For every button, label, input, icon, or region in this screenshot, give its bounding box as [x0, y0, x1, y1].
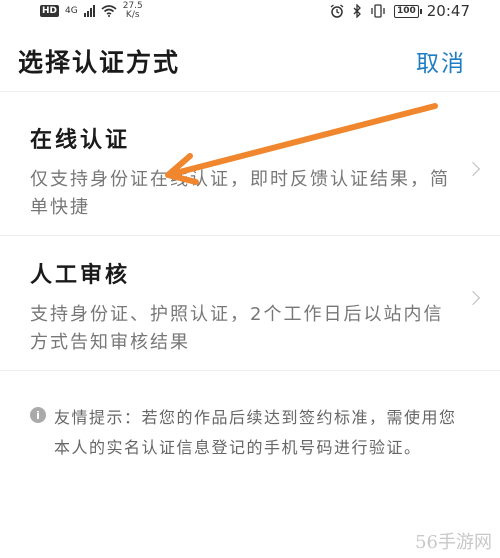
battery-icon: 100	[393, 4, 422, 18]
wifi-icon	[101, 5, 117, 17]
option-title: 人工审核	[30, 263, 131, 288]
alarm-icon	[330, 4, 344, 18]
option-title: 在线认证	[30, 128, 131, 153]
option-description: 仅支持身份证在线认证，即时反馈认证结果，简单快捷	[30, 169, 450, 218]
tip-text: 友情提示：若您的作品后续达到签约标准，需使用您本人的实名认证信息登记的手机号码进…	[54, 408, 457, 457]
status-bar: HD 4G 27.5 K/s 100 20:47	[0, 0, 500, 22]
chevron-right-icon	[465, 290, 481, 306]
chevron-right-icon	[465, 161, 481, 177]
info-icon: i	[30, 407, 46, 423]
option-manual-review[interactable]: 人工审核 支持身份证、护照认证，2个工作日后以站内信方式告知审核结果	[0, 237, 500, 371]
speed-unit: K/s	[125, 10, 140, 20]
network-type: 4G	[65, 5, 78, 16]
hd-badge: HD	[40, 5, 60, 17]
status-left: HD 4G 27.5 K/s	[40, 2, 143, 20]
signal-icon	[83, 5, 95, 17]
network-speed: 27.5 K/s	[123, 2, 143, 20]
bluetooth-icon	[353, 4, 361, 18]
status-right: 100 20:47	[330, 2, 470, 20]
header: 选择认证方式 取消	[0, 30, 500, 92]
cancel-button[interactable]: 取消	[416, 44, 466, 78]
tip-section: i 友情提示：若您的作品后续达到签约标准，需使用您本人的实名认证信息登记的手机号…	[30, 403, 470, 463]
option-description: 支持身份证、护照认证，2个工作日后以站内信方式告知审核结果	[30, 304, 444, 353]
watermark: 56手游网	[415, 532, 492, 553]
clock: 20:47	[426, 2, 470, 20]
option-online-verification[interactable]: 在线认证 仅支持身份证在线认证，即时反馈认证结果，简单快捷	[0, 108, 500, 236]
page-title: 选择认证方式	[18, 47, 181, 77]
vibrate-icon	[371, 4, 385, 18]
